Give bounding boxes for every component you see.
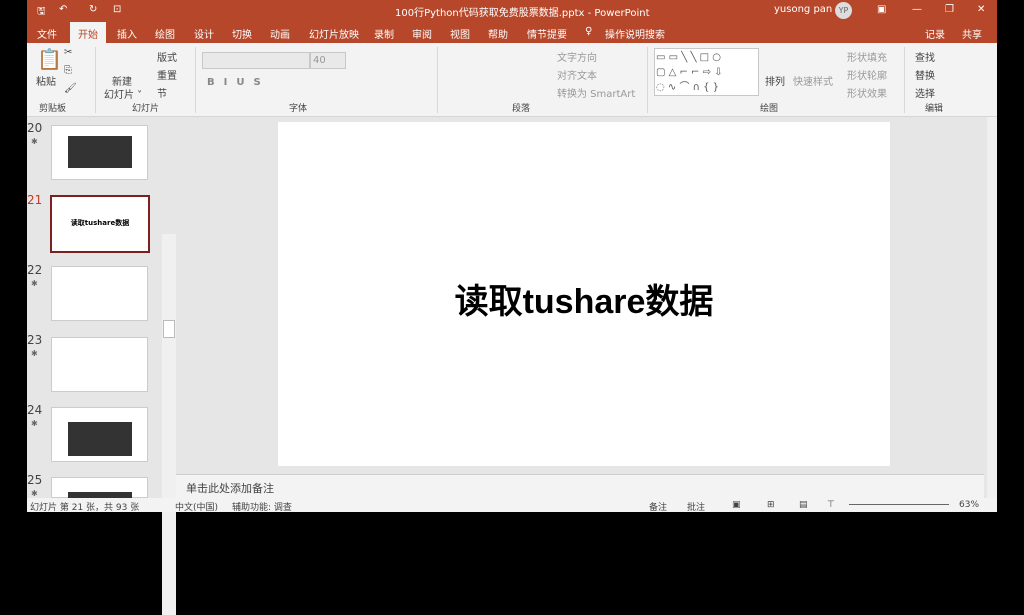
- slide-thumbnail-24[interactable]: [51, 407, 148, 462]
- slide-thumbnail-20[interactable]: [51, 125, 148, 180]
- ribbon-tabs: 文件 开始 插入 绘图 设计 切换 动画 幻灯片放映 录制 审阅 视图 帮助 情…: [27, 22, 997, 43]
- zoom-slider[interactable]: [849, 504, 949, 505]
- paste-button[interactable]: 粘贴: [36, 73, 56, 88]
- slide-sorter-icon[interactable]: ⊞: [767, 500, 775, 510]
- zoom-level[interactable]: 63%: [959, 500, 979, 510]
- slide-number: 22: [27, 263, 43, 277]
- notes-toggle[interactable]: 备注: [649, 500, 667, 513]
- language[interactable]: 中文(中国): [175, 500, 218, 513]
- slideshow-icon[interactable]: ⊤: [827, 500, 835, 510]
- ribbon-display-icon[interactable]: ▣: [877, 4, 886, 15]
- slide-thumbnail-21[interactable]: 读取tushare数据: [50, 195, 150, 253]
- reading-view-icon[interactable]: ▤: [799, 500, 808, 510]
- slide-number: 23: [27, 333, 43, 347]
- window-title: 100行Python代码获取免费股票数据.pptx - PowerPoint: [395, 8, 650, 19]
- smartart-button[interactable]: 转换为 SmartArt: [557, 85, 635, 100]
- record-button[interactable]: 记录: [925, 26, 945, 41]
- tab-transitions[interactable]: 切换: [232, 26, 252, 41]
- close-icon[interactable]: ✕: [977, 4, 985, 15]
- font-group-label: 字体: [289, 104, 308, 114]
- shape-effects-button[interactable]: 形状效果: [847, 85, 887, 100]
- new-slide-dropdown[interactable]: 幻灯片 ˅: [104, 86, 142, 101]
- status-bar: 幻灯片 第 21 张，共 93 张 中文(中国) 辅助功能: 调查 备注 批注 …: [27, 498, 997, 513]
- tab-record[interactable]: 录制: [374, 26, 394, 41]
- slide-count: 幻灯片 第 21 张，共 93 张: [30, 503, 140, 513]
- arrange-button[interactable]: 排列: [765, 73, 785, 88]
- text-direction-button[interactable]: 文字方向: [557, 49, 597, 64]
- tab-file[interactable]: 文件: [37, 26, 57, 41]
- save-icon[interactable]: 🖫: [37, 4, 46, 21]
- drawing-group-label: 绘图: [760, 104, 779, 114]
- slides-group-label: 幻灯片: [132, 104, 160, 114]
- format-painter-icon[interactable]: 🖌: [64, 83, 77, 94]
- tab-storyboard[interactable]: 情节提要: [527, 26, 567, 41]
- paragraph-group-label: 段落: [512, 104, 531, 114]
- search-tell-me[interactable]: 操作说明搜索: [605, 26, 665, 41]
- slide-number: 21: [27, 193, 43, 207]
- redo-icon[interactable]: ↻: [89, 4, 97, 15]
- avatar[interactable]: YP: [835, 2, 852, 19]
- slide-title[interactable]: 读取tushare数据: [278, 274, 890, 323]
- slide-scrollbar[interactable]: [987, 117, 997, 498]
- section-button[interactable]: 节: [157, 85, 167, 100]
- slide-number: 25: [27, 473, 43, 487]
- slide-thumbnail-25[interactable]: [51, 477, 148, 499]
- quick-styles-button[interactable]: 快速样式: [793, 73, 833, 88]
- clipboard-group-label: 剪贴板: [39, 104, 67, 114]
- tab-help[interactable]: 帮助: [488, 26, 508, 41]
- cut-icon[interactable]: ✂: [64, 47, 72, 58]
- shape-outline-button[interactable]: 形状轮廓: [847, 67, 887, 82]
- undo-icon[interactable]: ↶: [59, 4, 67, 15]
- shapes-gallery[interactable]: ▭ ▭ ╲ ╲ □ ○ ▢ △ ⌐ ⌐ ⇨ ⇩ ◌ ∿ ⌒ ∩ { }: [654, 48, 759, 96]
- lightbulb-icon: ♀: [585, 26, 593, 37]
- font-size-select[interactable]: 40: [310, 52, 346, 69]
- normal-view-icon[interactable]: ▣: [732, 500, 741, 510]
- replace-button[interactable]: 替换: [915, 67, 935, 82]
- present-icon[interactable]: ⊡: [113, 4, 121, 15]
- slide-thumbnail-22[interactable]: [51, 266, 148, 321]
- title-bar: 🖫 ↶ ↻ ⊡ 100行Python代码获取免费股票数据.pptx - Powe…: [27, 0, 997, 22]
- select-button[interactable]: 选择: [915, 85, 935, 100]
- accessibility[interactable]: 辅助功能: 调查: [232, 500, 292, 513]
- find-button[interactable]: 查找: [915, 49, 935, 64]
- tab-home[interactable]: 开始: [70, 22, 106, 43]
- tab-draw[interactable]: 绘图: [155, 26, 175, 41]
- font-format-buttons[interactable]: BIUS: [207, 77, 270, 88]
- slide-thumbnail-23[interactable]: [51, 337, 148, 392]
- shape-fill-button[interactable]: 形状填充: [847, 49, 887, 64]
- slide-thumbnails-pane: 20 ✱ 21 读取tushare数据 22 ✱ 23 ✱ 24 ✱ 25 ✱: [27, 117, 176, 615]
- align-text-button[interactable]: 对齐文本: [557, 67, 597, 82]
- font-name-select[interactable]: [202, 52, 310, 69]
- notes-pane[interactable]: 单击此处添加备注: [176, 474, 984, 498]
- tab-view[interactable]: 视图: [450, 26, 470, 41]
- paste-icon[interactable]: 📋: [37, 47, 62, 71]
- powerpoint-window: 🖫 ↶ ↻ ⊡ 100行Python代码获取免费股票数据.pptx - Powe…: [27, 0, 997, 615]
- ribbon: 📋 粘贴 ✂ ⎘ 🖌 剪贴板 新建 幻灯片 ˅ 版式 重置 节 幻灯片 40 B…: [27, 43, 997, 117]
- layout-button[interactable]: 版式: [157, 49, 177, 64]
- slide-number: 20: [27, 121, 43, 135]
- share-button[interactable]: 共享: [962, 26, 982, 41]
- copy-icon[interactable]: ⎘: [64, 65, 72, 76]
- tab-insert[interactable]: 插入: [117, 26, 137, 41]
- editing-group-label: 编辑: [925, 104, 944, 114]
- tab-design[interactable]: 设计: [194, 26, 214, 41]
- reset-button[interactable]: 重置: [157, 67, 177, 82]
- comments-toggle[interactable]: 批注: [687, 500, 705, 513]
- minimize-icon[interactable]: —: [912, 4, 922, 15]
- tab-animations[interactable]: 动画: [270, 26, 290, 41]
- slide-canvas[interactable]: 读取tushare数据: [278, 122, 890, 466]
- user-name[interactable]: yusong pan: [774, 4, 832, 15]
- tab-slideshow[interactable]: 幻灯片放映: [309, 26, 359, 41]
- tab-review[interactable]: 审阅: [412, 26, 432, 41]
- restore-icon[interactable]: ❐: [945, 4, 954, 15]
- slide-number: 24: [27, 403, 43, 417]
- thumbnails-scrollbar[interactable]: [162, 234, 176, 615]
